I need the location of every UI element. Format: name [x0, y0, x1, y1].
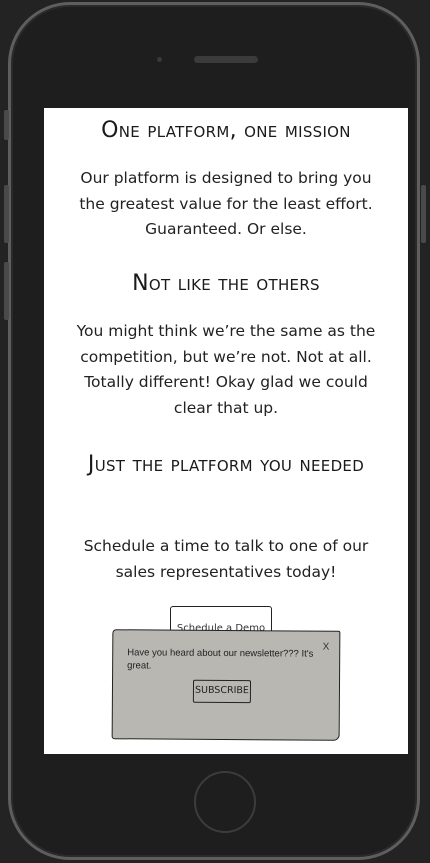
- subscribe-button[interactable]: SUBSCRIBE: [192, 679, 252, 704]
- phone-frame: One platform, one mission Our platform i…: [8, 2, 420, 860]
- front-camera: [157, 57, 162, 62]
- section-heading-platform-needed: Just the platform you needed: [87, 452, 365, 477]
- power-button: [421, 185, 426, 243]
- earpiece-speaker: [194, 56, 258, 63]
- section-heading-not-like-others: Not like the others: [132, 271, 320, 296]
- home-button[interactable]: [194, 771, 256, 833]
- volume-down-button: [4, 262, 9, 320]
- section-heading-mission: One platform, one mission: [101, 118, 351, 143]
- newsletter-message: Have you heard about our newsletter??? I…: [127, 647, 314, 672]
- close-icon[interactable]: X: [323, 642, 330, 653]
- section-body-mission: Our platform is designed to bring you th…: [79, 169, 373, 238]
- newsletter-popup: Have you heard about our newsletter??? I…: [111, 629, 341, 741]
- section-body-not-like-others: You might think we’re the same as the co…: [76, 322, 376, 417]
- phone-screen: One platform, one mission Our platform i…: [44, 108, 408, 754]
- mute-switch: [4, 110, 9, 140]
- section-body-platform-needed: Schedule a time to talk to one of our sa…: [83, 537, 369, 581]
- volume-up-button: [4, 185, 9, 243]
